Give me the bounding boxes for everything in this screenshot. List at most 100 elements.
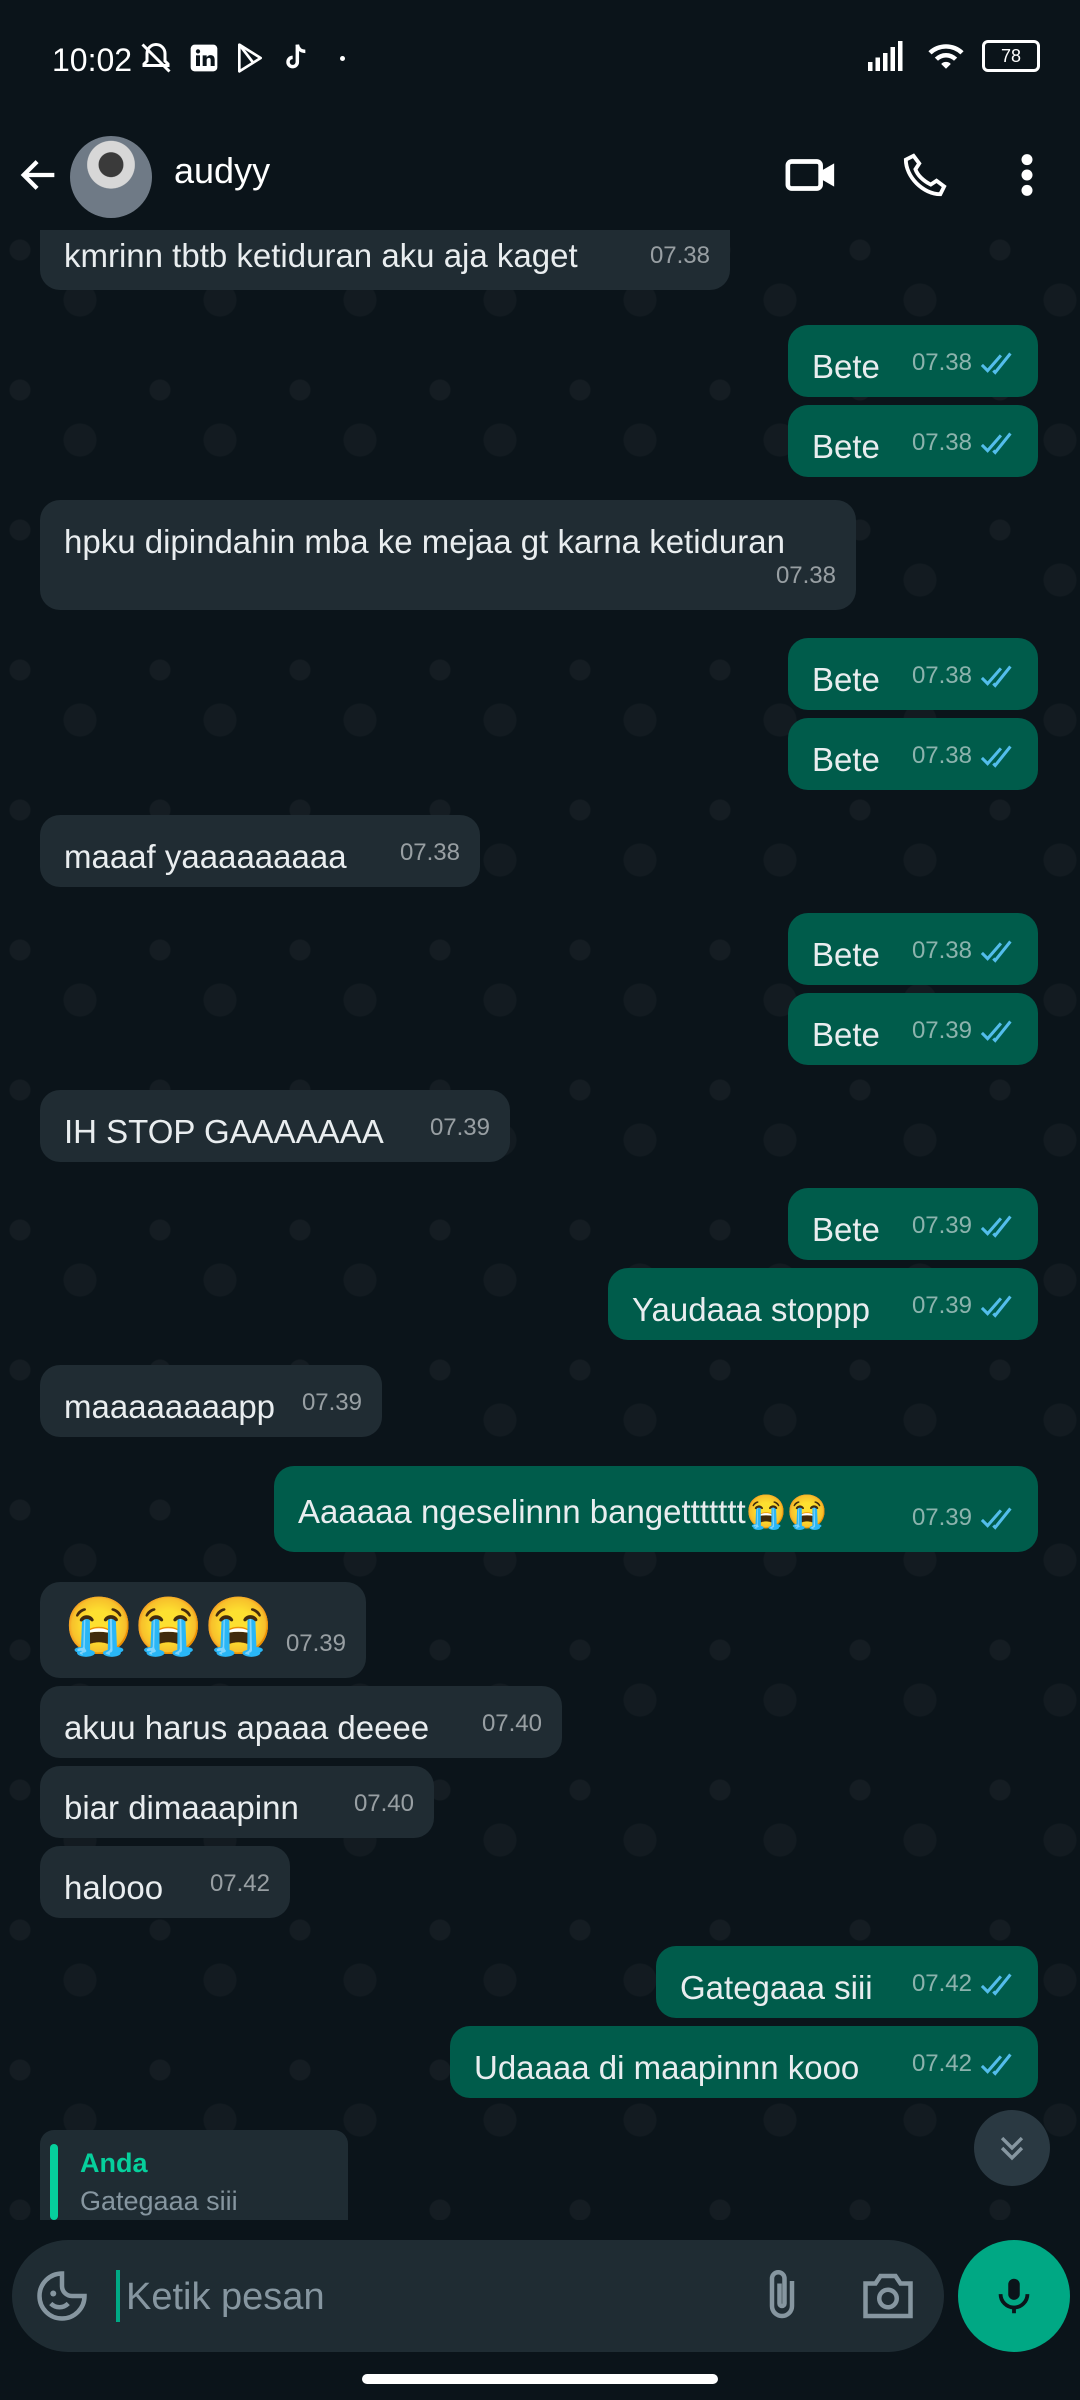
message-bubble-incoming[interactable]: IH STOP GAAAAAAA 07.39 xyxy=(40,1090,510,1162)
voice-message-button[interactable] xyxy=(958,2240,1070,2352)
double-chevron-down-icon xyxy=(1000,2136,1024,2161)
message-text: Aaaaaa ngeselinnn bangettttttt😭😭 xyxy=(298,1493,828,1530)
read-receipt-icon xyxy=(980,1295,1012,1318)
message-text: Yaudaaa stoppp xyxy=(632,1291,870,1328)
message-time: 07.40 xyxy=(353,1790,414,1817)
message-time: 07.39 xyxy=(301,1389,362,1416)
message-bubble-outgoing[interactable]: Bete 07.38 xyxy=(788,325,1038,397)
message-time-meta: 07.38 xyxy=(912,656,1018,696)
signal-icon xyxy=(868,41,903,71)
message-bubble-incoming[interactable]: kmrinn tbtb ketiduran aku aja kaget 07.3… xyxy=(40,230,730,290)
read-receipt-icon xyxy=(980,1020,1012,1043)
message-bubble-outgoing[interactable]: Bete 07.39 xyxy=(788,993,1038,1065)
message-time: 07.39 xyxy=(285,1630,346,1657)
message-time: 07.39 xyxy=(911,1212,972,1239)
message-time-meta: 07.42 xyxy=(912,2044,1018,2084)
back-button[interactable] xyxy=(4,140,74,210)
message-time: 07.40 xyxy=(481,1710,542,1737)
message-text: kmrinn tbtb ketiduran aku aja kaget xyxy=(64,237,578,274)
read-receipt-icon xyxy=(980,665,1012,688)
message-text: Bete xyxy=(812,348,880,385)
message-bubble-outgoing[interactable]: Gategaaa siii 07.42 xyxy=(656,1946,1038,2018)
more-options-button[interactable] xyxy=(992,140,1062,210)
message-bubble-incoming[interactable]: hpku dipindahin mba ke mejaa gt karna ke… xyxy=(40,500,856,610)
message-time-meta: 07.39 xyxy=(912,1286,1018,1326)
play-store-icon xyxy=(238,43,262,73)
message-text: halooo xyxy=(64,1869,164,1906)
status-bar: 10:02 78 xyxy=(0,0,1080,120)
message-time-meta: 07.38 xyxy=(912,343,1018,383)
emoji-button-icon[interactable] xyxy=(32,2266,92,2326)
kebab-menu-icon xyxy=(1021,154,1033,196)
message-time-meta: 07.38 xyxy=(400,833,460,873)
message-time-meta: 07.38 xyxy=(912,736,1018,776)
mute-icon xyxy=(141,42,171,73)
message-text: Udaaaa di maapinnn kooo xyxy=(474,2049,860,2086)
message-input[interactable] xyxy=(124,2264,728,2330)
message-bubble-incoming[interactable]: halooo 07.42 xyxy=(40,1846,290,1918)
message-bubble-outgoing[interactable]: Bete 07.38 xyxy=(788,405,1038,477)
message-time-meta: 07.38 xyxy=(650,236,710,276)
message-text: maaaaaaaapp xyxy=(64,1388,276,1425)
message-time-meta: 07.39 xyxy=(302,1383,362,1423)
message-time: 07.38 xyxy=(649,242,710,269)
read-receipt-icon xyxy=(980,940,1012,963)
voice-call-button[interactable] xyxy=(890,140,960,210)
attach-icon[interactable] xyxy=(752,2266,812,2326)
message-composer xyxy=(12,2240,944,2352)
camera-icon[interactable] xyxy=(858,2266,918,2326)
message-bubble-incoming[interactable]: maaaf yaaaaaaaaa 07.38 xyxy=(40,815,480,887)
more-notifications-dot xyxy=(340,55,345,61)
reply-accent-bar xyxy=(50,2144,58,2220)
message-time: 07.42 xyxy=(911,1970,972,1997)
tiktok-icon xyxy=(286,44,306,69)
reply-preview[interactable]: Anda Gategaaa siii xyxy=(40,2130,348,2220)
message-time-meta: 07.42 xyxy=(912,1964,1018,2004)
message-bubble-incoming[interactable]: 😭😭😭 07.39 xyxy=(40,1582,366,1678)
message-bubble-incoming[interactable]: biar dimaaapinn 07.40 xyxy=(40,1766,434,1838)
video-camera-icon xyxy=(785,159,835,191)
message-time: 07.38 xyxy=(911,937,972,964)
message-text: Bete xyxy=(812,936,880,973)
read-receipt-icon xyxy=(980,432,1012,455)
message-text: Bete xyxy=(812,661,880,698)
contact-avatar[interactable] xyxy=(70,136,152,218)
message-time-meta: 07.38 xyxy=(912,931,1018,971)
message-text: maaaf yaaaaaaaaa xyxy=(64,838,347,875)
chat-area[interactable]: kmrinn tbtb ketiduran aku aja kaget 07.3… xyxy=(0,230,1080,2220)
read-receipt-icon xyxy=(980,2053,1012,2076)
message-bubble-outgoing[interactable]: Bete 07.38 xyxy=(788,718,1038,790)
message-time-meta: 07.38 xyxy=(912,423,1018,463)
gesture-navigation-bar xyxy=(0,2360,1080,2400)
message-text: IH STOP GAAAAAAA xyxy=(64,1113,384,1150)
message-time: 07.38 xyxy=(775,562,836,589)
contact-name[interactable]: audyy xyxy=(174,150,270,192)
video-call-button[interactable] xyxy=(776,140,846,210)
read-receipt-icon xyxy=(980,1507,1012,1530)
message-bubble-incoming[interactable]: akuu harus apaaa deeee 07.40 xyxy=(40,1686,562,1758)
message-time-meta: 07.42 xyxy=(210,1864,270,1904)
reply-text: Gategaaa siii xyxy=(80,2186,238,2216)
message-bubble-incoming[interactable]: maaaaaaaapp 07.39 xyxy=(40,1365,382,1437)
message-time: 07.38 xyxy=(911,429,972,456)
home-indicator[interactable] xyxy=(362,2374,718,2384)
message-bubble-outgoing[interactable]: Yaudaaa stoppp 07.39 xyxy=(608,1268,1038,1340)
message-time: 07.38 xyxy=(911,742,972,769)
message-time-meta: 07.39 xyxy=(430,1108,490,1148)
message-bubble-outgoing[interactable]: Bete 07.38 xyxy=(788,913,1038,985)
system-icons: 78 xyxy=(868,40,1040,72)
message-time: 07.39 xyxy=(911,1292,972,1319)
message-text: 😭😭😭 xyxy=(64,1594,274,1657)
read-receipt-icon xyxy=(980,352,1012,375)
scroll-to-bottom-button[interactable] xyxy=(974,2110,1050,2186)
message-bubble-outgoing[interactable]: Bete 07.39 xyxy=(788,1188,1038,1260)
message-bubble-outgoing[interactable]: Udaaaa di maapinnn kooo 07.42 xyxy=(450,2026,1038,2098)
message-time-meta: 07.39 xyxy=(286,1624,346,1664)
status-time: 10:02 xyxy=(52,42,133,78)
message-time: 07.39 xyxy=(911,1504,972,1531)
message-text: Bete xyxy=(812,1211,880,1248)
message-bubble-outgoing[interactable]: Bete 07.38 xyxy=(788,638,1038,710)
battery-icon: 78 xyxy=(982,40,1040,72)
text-caret xyxy=(116,2270,120,2322)
message-bubble-outgoing[interactable]: Aaaaaa ngeselinnn bangettttttt😭😭 07.39 xyxy=(274,1466,1038,1552)
